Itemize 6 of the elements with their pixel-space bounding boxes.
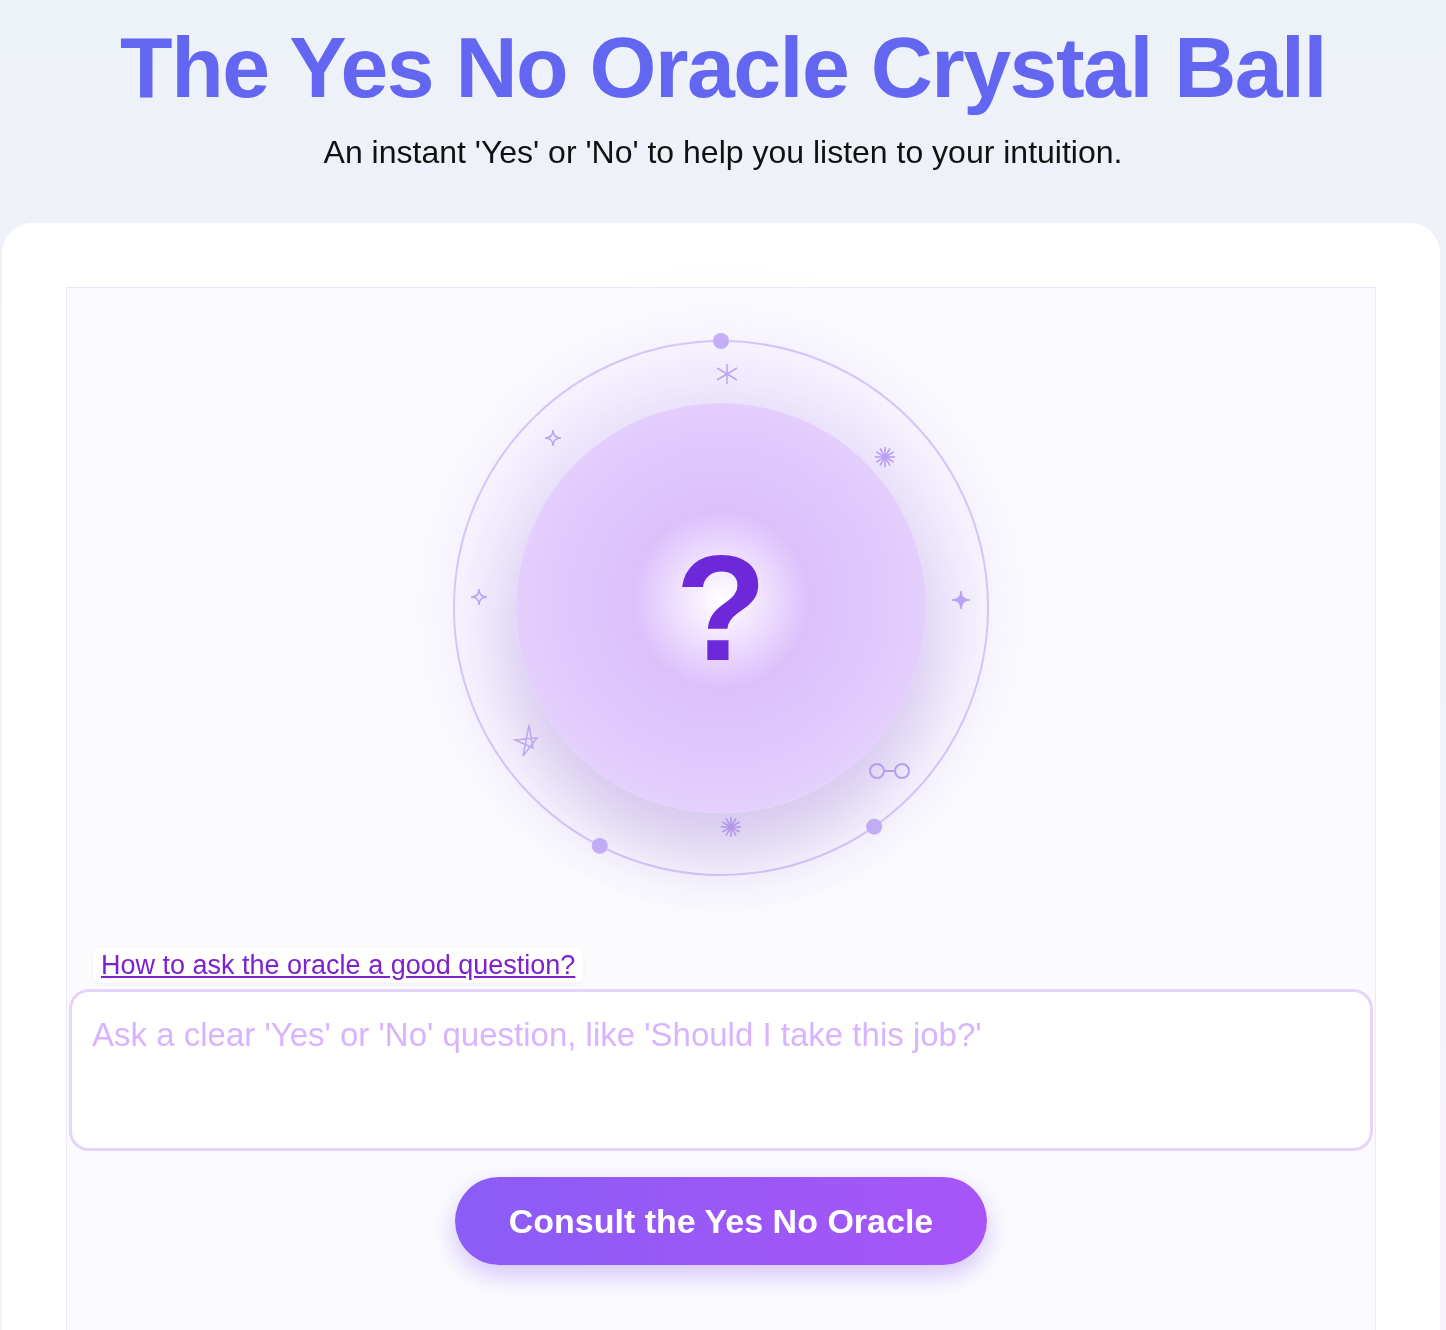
page-subtitle: An instant 'Yes' or 'No' to help you listen to your intuition. (323, 134, 1123, 172)
consult-button[interactable]: Consult the Yes No Oracle (455, 1177, 987, 1266)
help-link[interactable]: How to ask the oracle a good question? (93, 948, 584, 984)
question-mark: ? (675, 533, 767, 684)
question-field[interactable]: Ask a clear 'Yes' or 'No' question, like 'Should I take this job?' (69, 989, 1373, 1152)
page-title: The Yes No Oracle Crystal Ball (120, 22, 1326, 113)
